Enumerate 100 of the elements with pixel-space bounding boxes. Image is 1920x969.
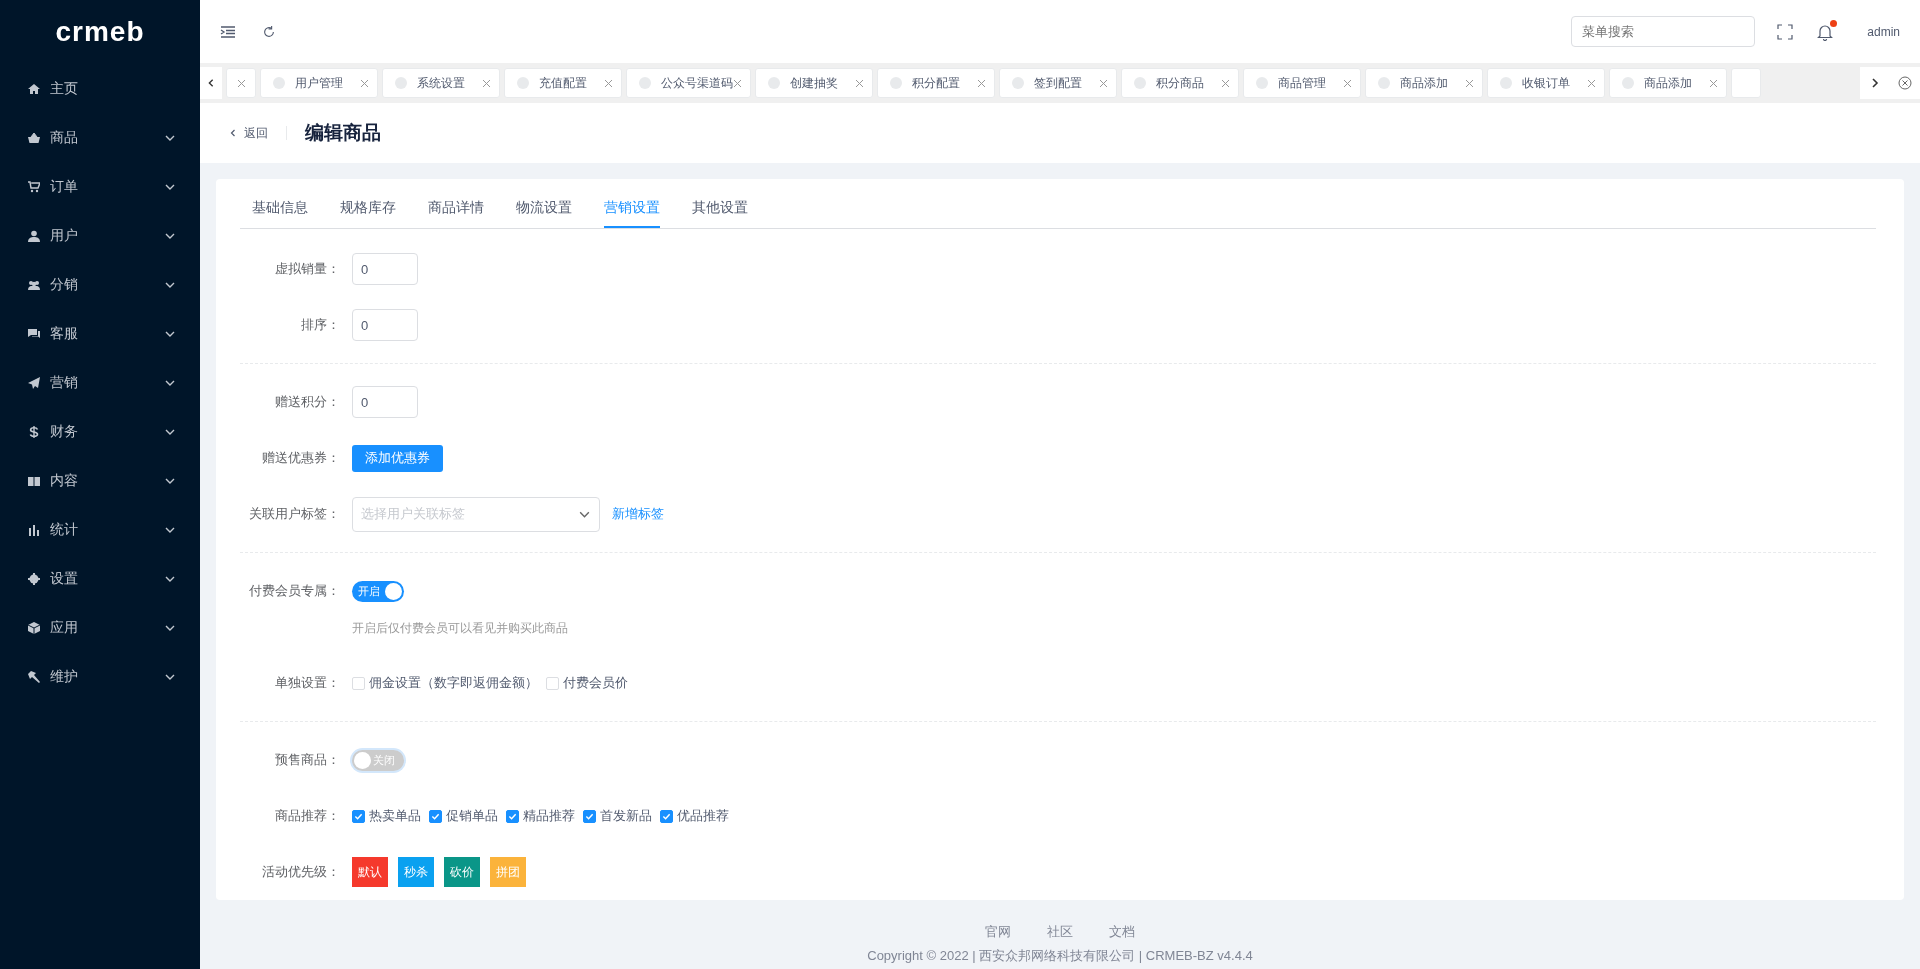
footer-link[interactable]: 官网	[985, 924, 1011, 939]
chevron-right-icon	[1869, 77, 1881, 89]
form-tab[interactable]: 规格库存	[340, 197, 396, 228]
form-tab[interactable]: 商品详情	[428, 197, 484, 228]
field-label: 付费会员专属：	[248, 582, 341, 600]
close-icon	[604, 78, 613, 88]
field-label: 商品推荐：	[274, 807, 341, 825]
page-tab[interactable]: 商品管理	[1243, 68, 1361, 98]
checkbox-label: 促销单品	[446, 807, 498, 825]
sidebar-item[interactable]: 客服	[0, 309, 200, 358]
paper-plane-icon	[28, 376, 40, 389]
number-field[interactable]: 0	[352, 253, 418, 285]
field-label: 赠送优惠券：	[261, 449, 341, 467]
page-title: 编辑商品	[305, 120, 381, 145]
close-icon	[482, 78, 491, 88]
field-label: 赠送积分：	[274, 393, 341, 411]
sidebar-item[interactable]: 设置	[0, 554, 200, 603]
field-label: 排序：	[300, 316, 341, 334]
user-icon	[28, 229, 40, 242]
form-tab[interactable]: 其他设置	[692, 197, 748, 228]
close-icon	[1465, 78, 1474, 88]
close-all-button[interactable]	[1890, 67, 1920, 99]
sidebar-item[interactable]: 订单	[0, 162, 200, 211]
menu-icon	[220, 23, 236, 40]
checkbox[interactable]	[352, 809, 365, 823]
checkbox-label: 热卖单品	[369, 807, 421, 825]
hammer-icon	[28, 670, 40, 683]
priority-tag[interactable]: 默认	[352, 857, 388, 887]
close-icon	[1898, 76, 1912, 90]
page-tab[interactable]: 公众号渠道码	[626, 68, 751, 98]
checkbox[interactable]	[506, 809, 519, 823]
page-tab[interactable]: 商品添加	[1365, 68, 1483, 98]
checkbox[interactable]	[583, 809, 596, 823]
chat-icon	[28, 327, 40, 340]
close-icon	[977, 78, 986, 88]
page-tab[interactable]: 收银订单	[1487, 68, 1605, 98]
book-icon	[28, 474, 40, 487]
logo: crmeb	[54, 15, 146, 49]
field-label: 虚拟销量：	[274, 260, 341, 278]
sidebar-item[interactable]: 财务	[0, 407, 200, 456]
checkbox[interactable]	[429, 809, 442, 823]
check-icon	[585, 811, 594, 821]
search-field[interactable]: 菜单搜索	[1571, 16, 1756, 47]
number-field[interactable]: 0	[352, 386, 418, 418]
sidebar-item[interactable]: 内容	[0, 456, 200, 505]
page-tab[interactable]: 签到配置	[999, 68, 1117, 98]
chevron-left-icon	[206, 77, 216, 89]
close-icon	[1099, 78, 1108, 88]
form-tab[interactable]: 基础信息	[252, 197, 308, 228]
close-icon	[733, 78, 742, 88]
checkbox[interactable]	[660, 809, 673, 823]
checkbox-label: 精品推荐	[523, 807, 575, 825]
close-icon	[1221, 78, 1230, 88]
page-tab[interactable]: 商品添加	[1609, 68, 1727, 98]
close-icon	[1587, 78, 1596, 88]
bell-icon[interactable]	[1817, 22, 1834, 41]
sidebar-item[interactable]: 商品	[0, 113, 200, 162]
user-name[interactable]: admin	[1867, 22, 1900, 41]
sidebar-item[interactable]: 维护	[0, 652, 200, 701]
check-icon	[508, 811, 517, 821]
cart-icon	[28, 180, 40, 193]
checkbox-label: 佣金设置（数字即返佣金额）	[369, 674, 538, 692]
page-tab[interactable]: 系统设置	[382, 68, 500, 98]
sidebar-item[interactable]: 用户	[0, 211, 200, 260]
page-tab[interactable]: 用户管理	[260, 68, 378, 98]
scroll-right-button[interactable]	[1860, 67, 1890, 99]
basket-icon	[28, 131, 40, 144]
footer-link[interactable]: 社区	[1047, 924, 1073, 939]
page-tab[interactable]: 积分商品	[1121, 68, 1239, 98]
close-icon	[1343, 78, 1352, 88]
back-link[interactable]: 返回	[228, 124, 268, 142]
page-tab[interactable]: 积分配置	[877, 68, 995, 98]
page-tab[interactable]: 充值配置	[504, 68, 622, 98]
number-field[interactable]: 0	[352, 309, 418, 341]
sidebar-item[interactable]: 应用	[0, 603, 200, 652]
notification-dot	[1830, 19, 1838, 27]
close-icon	[855, 78, 864, 88]
hint-text: 开启后仅付费会员可以看见并购买此商品	[351, 620, 569, 637]
fullscreen-icon	[1777, 23, 1794, 40]
sidebar-item[interactable]: 营销	[0, 358, 200, 407]
sidebar-item[interactable]: 主页	[0, 64, 200, 113]
field-label: 预售商品：	[274, 751, 341, 769]
cube-icon	[28, 621, 40, 634]
checkbox-label: 优品推荐	[677, 807, 729, 825]
field-label: 单独设置：	[274, 674, 341, 692]
close-icon	[1709, 78, 1718, 88]
sidebar-item[interactable]: 统计	[0, 505, 200, 554]
close-icon	[360, 78, 369, 88]
close-icon	[236, 78, 246, 88]
field-label: 活动优先级：	[261, 863, 341, 881]
checkbox-label: 首发新品	[600, 807, 652, 825]
copyright-text: Copyright © 2022 | 西安众邦网络科技有限公司 | CRMEB-BZ v4.4.4	[866, 946, 1254, 965]
form-tab[interactable]: 物流设置	[516, 197, 572, 228]
page-tab[interactable]: 创建抽奖	[755, 68, 873, 98]
chevron-left-icon	[228, 128, 238, 138]
sidebar-item[interactable]: 分销	[0, 260, 200, 309]
priority-tag[interactable]: 砍价	[444, 857, 480, 887]
check-icon	[662, 811, 671, 821]
refresh-icon	[262, 24, 276, 39]
check-icon	[431, 811, 440, 821]
